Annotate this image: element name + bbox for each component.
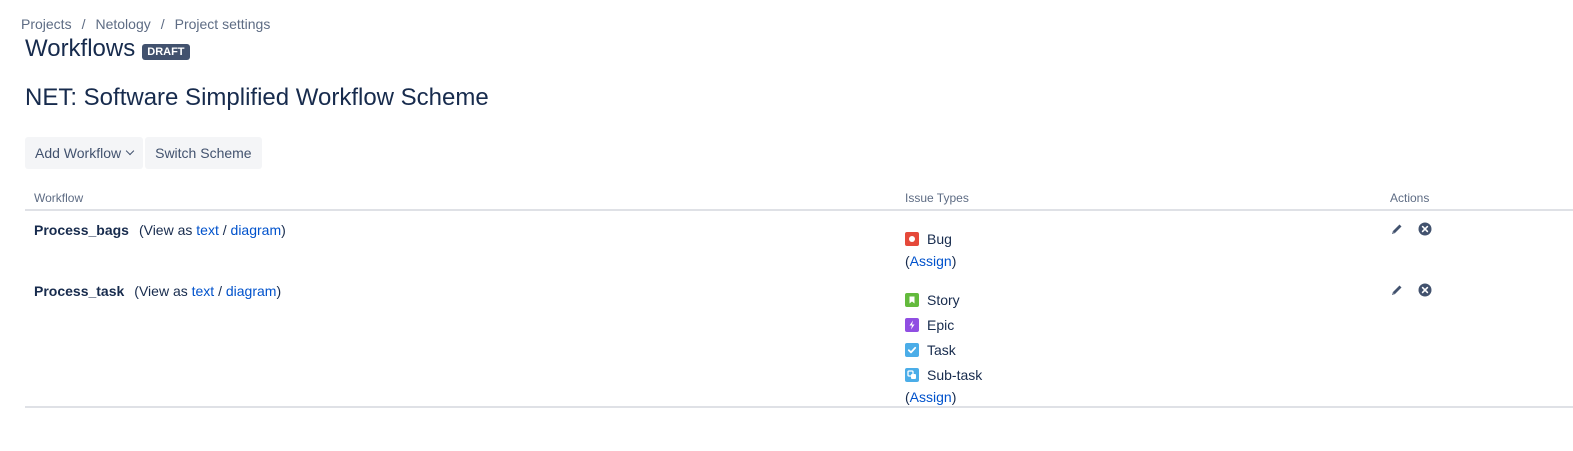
breadcrumb-netology[interactable]: Netology xyxy=(95,16,150,32)
row-actions xyxy=(1390,283,1432,297)
column-header-workflow: Workflow xyxy=(34,191,84,205)
workflow-name: Process_bags xyxy=(34,222,129,238)
issue-type-item: Task xyxy=(905,337,982,362)
issue-type-label: Task xyxy=(927,341,956,358)
close-paren: ) xyxy=(951,253,957,269)
view-as-diagram-link[interactable]: diagram xyxy=(226,283,277,299)
bug-icon xyxy=(905,231,919,246)
issue-types-cell: Bug (Assign) xyxy=(905,226,956,271)
issue-type-label: Sub-task xyxy=(927,366,983,383)
remove-circle-icon[interactable] xyxy=(1418,283,1432,297)
chevron-down-icon xyxy=(125,146,135,156)
assign-line: (Assign) xyxy=(905,251,956,271)
page-header: Workflows DRAFT xyxy=(25,35,190,63)
column-header-issue-types: Issue Types xyxy=(905,191,969,205)
assign-line: (Assign) xyxy=(905,387,982,407)
column-header-actions: Actions xyxy=(1390,191,1430,205)
view-as-diagram-link[interactable]: diagram xyxy=(231,222,282,238)
issue-type-label: Epic xyxy=(927,316,955,333)
epic-icon xyxy=(905,317,919,332)
assign-link[interactable]: Assign xyxy=(910,253,952,269)
close-paren: ) xyxy=(276,283,282,299)
issue-type-item: Story xyxy=(905,287,982,312)
view-as-label: (View as xyxy=(138,222,193,238)
switch-scheme-button[interactable]: Switch Scheme xyxy=(145,137,262,169)
close-paren: ) xyxy=(281,222,286,238)
row-actions xyxy=(1390,222,1432,236)
workflow-cell: Process_bags (View as text / diagram) xyxy=(34,222,286,238)
breadcrumb-project-settings[interactable]: Project settings xyxy=(175,16,271,32)
workflows-table: Workflow Issue Types Actions Process_bag… xyxy=(25,185,1573,408)
issue-type-item: Epic xyxy=(905,312,982,337)
toolbar: Add Workflow Switch Scheme xyxy=(25,137,262,169)
story-icon xyxy=(905,292,919,307)
breadcrumb-separator: / xyxy=(81,16,86,32)
issue-type-item: Bug xyxy=(905,226,956,251)
table-row: Process_task (View as text / diagram) Sto… xyxy=(25,272,1573,408)
add-workflow-button[interactable]: Add Workflow xyxy=(25,137,144,169)
workflow-name: Process_task xyxy=(34,283,125,299)
view-as-label: (View as xyxy=(134,283,188,299)
slash-separator: / xyxy=(218,283,222,299)
add-workflow-label: Add Workflow xyxy=(35,145,122,161)
issue-type-label: Story xyxy=(927,291,960,308)
breadcrumb: Projects / Netology / Project settings xyxy=(21,16,270,32)
view-as-text-link[interactable]: text xyxy=(196,222,219,238)
breadcrumb-separator: / xyxy=(160,16,165,32)
view-as-text-link[interactable]: text xyxy=(192,283,215,299)
switch-scheme-label: Switch Scheme xyxy=(155,145,252,161)
table-header: Workflow Issue Types Actions xyxy=(25,185,1573,211)
task-icon xyxy=(905,342,919,357)
issue-type-label: Bug xyxy=(927,230,952,247)
breadcrumb-projects[interactable]: Projects xyxy=(21,16,72,32)
edit-pencil-icon[interactable] xyxy=(1390,283,1404,297)
table-row: Process_bags (View as text / diagram) Bug… xyxy=(25,211,1573,272)
scheme-title: NET: Software Simplified Workflow Scheme xyxy=(25,84,489,111)
close-paren: ) xyxy=(951,389,957,405)
edit-pencil-icon[interactable] xyxy=(1390,222,1404,236)
issue-types-cell: Story Epic Task Sub-task (Assign) xyxy=(905,287,982,407)
assign-link[interactable]: Assign xyxy=(910,389,952,405)
issue-type-item: Sub-task xyxy=(905,362,982,387)
subtask-icon xyxy=(905,367,919,382)
remove-circle-icon[interactable] xyxy=(1418,222,1432,236)
page-title: Workflows xyxy=(25,35,136,62)
draft-badge: DRAFT xyxy=(142,44,190,60)
workflow-cell: Process_task (View as text / diagram) xyxy=(34,283,281,299)
slash-separator: / xyxy=(222,222,227,238)
